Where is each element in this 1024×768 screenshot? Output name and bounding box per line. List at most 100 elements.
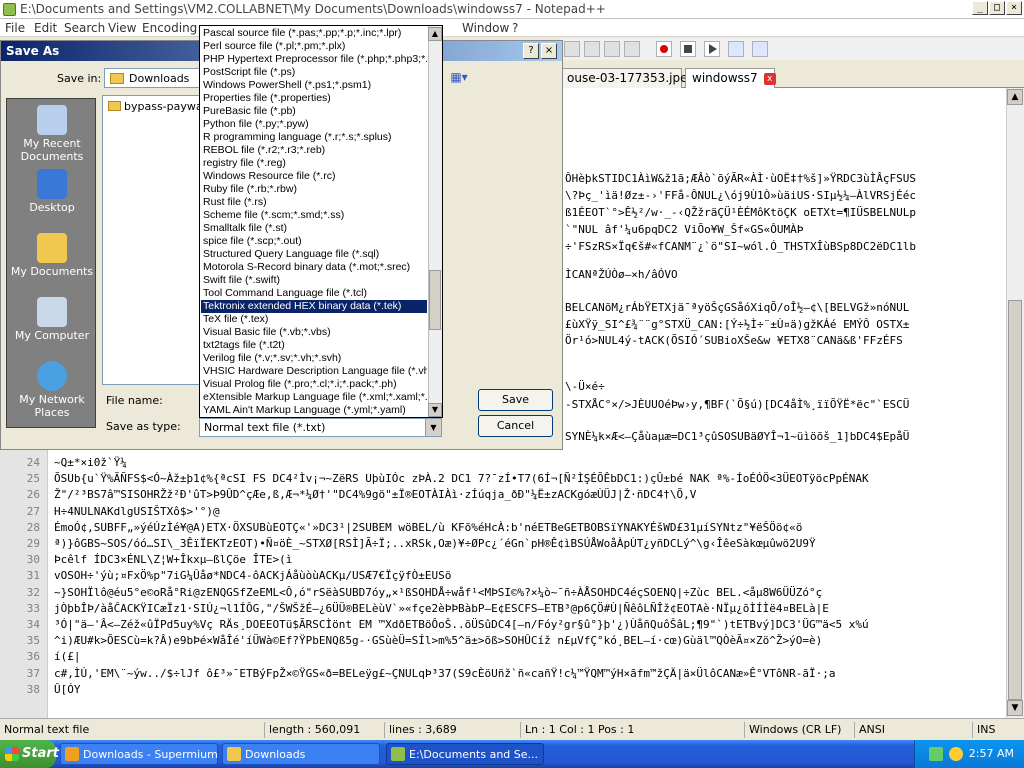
file-type-option[interactable]: eXtensible Markup Language file (*.xml;*… (201, 391, 427, 404)
code-line[interactable]: -STXÅC°×/>JÈUUOéÞw›y,¶BF(`Õ§ú)[DC4åÌ%¸ïï… (565, 398, 1005, 413)
toolbar-icon[interactable] (584, 41, 600, 57)
place-my-computer[interactable]: My Computer (7, 297, 97, 342)
code-line[interactable]: Þcêlf ÍDC3×ÉNL\Z¦W+Îkxµ—ßlÇöe ÎTE>(ì (54, 553, 1004, 568)
code-line[interactable]: `"NUL âf'¼u6pqDC2 ViÕo¥W_Šf«GS«ÔUMÀÞ (565, 223, 1005, 238)
file-type-option[interactable]: REBOL file (*.r2;*.r3;*.reb) (201, 144, 427, 157)
toolbar-icon[interactable] (624, 41, 640, 57)
file-type-option[interactable]: Visual Basic file (*.vb;*.vbs) (201, 326, 427, 339)
dialog-help-button[interactable]: ? (523, 43, 539, 59)
file-type-option[interactable]: PHP Hypertext Preprocessor file (*.php;*… (201, 53, 427, 66)
code-line[interactable]: SYNÈ¼k×Æ<—Çåùaµæ=DC1³çûSOSUBäØYÎ¬1~üìöõš… (565, 430, 1005, 445)
close-tab-icon[interactable]: x (763, 72, 776, 85)
code-line[interactable]: Û[ÓY (54, 683, 1004, 698)
file-type-option[interactable]: PureBasic file (*.pb) (201, 105, 427, 118)
code-line[interactable]: ÔHèþkSTIDC1ÀìW&ž1ã;ÆÂò`õýÃR«ÀÌ·ùOË‡†%š]»… (565, 172, 1005, 187)
code-line[interactable]: ÌCANªŽÚÒø—×h/âÓVO (565, 268, 1005, 283)
file-type-option[interactable]: Ruby file (*.rb;*.rbw) (201, 183, 427, 196)
run-macro-multiple-icon[interactable] (728, 41, 744, 57)
code-line[interactable]: H÷4NULNAKdlgUSIŠTXô$>'°)@ (54, 505, 1004, 520)
file-type-option[interactable]: Pascal source file (*.pas;*.pp;*.p;*.inc… (201, 27, 427, 40)
dropdown-scroll-down-arrow[interactable]: ▼ (428, 403, 442, 417)
record-macro-icon[interactable] (656, 41, 672, 57)
file-list[interactable] (102, 95, 200, 385)
save-macro-icon[interactable] (752, 41, 768, 57)
task-notepadpp[interactable]: E:\Documents and Se... (386, 743, 544, 765)
file-type-option[interactable]: VHSIC Hardware Description Language file… (201, 365, 427, 378)
file-type-option[interactable]: spice file (*.scp;*.out) (201, 235, 427, 248)
task-supermium[interactable]: Downloads - Supermium (60, 743, 218, 765)
place-my-documents[interactable]: My Documents (7, 233, 97, 278)
save-in-combo[interactable]: Downloads (104, 68, 200, 88)
code-line[interactable]: c#,ÌÚ,'EM\¨~ýw../$÷lJf ô£³»¯ETBýFpŽ×©ŸGS… (54, 667, 1004, 682)
save-button[interactable]: Save (478, 389, 553, 411)
code-line[interactable]: ÉmoÓ¢,SUBFF„»ýéÚzÌé¥@A)ETX·ÖXSUBùEOTÇ«'»… (54, 521, 1004, 536)
tab-windowss7[interactable]: windowss7 x (685, 68, 776, 88)
dropdown-scroll-thumb[interactable] (429, 270, 441, 330)
file-type-option[interactable]: Properties file (*.properties) (201, 92, 427, 105)
file-type-option[interactable]: Scheme file (*.scm;*.smd;*.ss) (201, 209, 427, 222)
file-type-option[interactable]: PostScript file (*.ps) (201, 66, 427, 79)
menu-search[interactable]: Search (64, 21, 105, 35)
view-menu-icon[interactable]: ▦▾ (447, 70, 471, 88)
file-type-option[interactable]: Tool Command Language file (*.tcl) (201, 287, 427, 300)
code-line[interactable]: BELCANõM¿rÁbŸETXjä¯ªyöŠçGSåóXiqÕ/oÎ½–¢\[… (565, 301, 1005, 316)
file-type-option[interactable]: R programming language (*.r;*.s;*.splus) (201, 131, 427, 144)
place-desktop[interactable]: Desktop (7, 169, 97, 214)
code-line[interactable]: ÕSUb{u`Ÿ%ÃÑFS$<Ó~Àž±þ1¢%{ªcSI FS DC4²Ìv¡… (54, 472, 1004, 487)
task-downloads-folder[interactable]: Downloads (222, 743, 380, 765)
file-type-option[interactable]: Smalltalk file (*.st) (201, 222, 427, 235)
dialog-close-button[interactable]: × (541, 43, 557, 59)
code-line[interactable]: \?Þç_'ìä!Øz±-›'FFå-ÔNUL¿\ój9Ù1Ò»ùäiUS·SI… (565, 189, 1005, 204)
scroll-up-arrow[interactable]: ▲ (1007, 89, 1023, 105)
file-type-option[interactable]: Perl source file (*.pl;*.pm;*.plx) (201, 40, 427, 53)
toolbar-icon[interactable] (564, 41, 580, 57)
code-line[interactable]: ª)}ôGBS~SOS/óó…SI\_3ÊïÏEKTzEOT)•Ñ¤öÈ_~ST… (54, 537, 1004, 552)
place-recent[interactable]: My Recent Documents (7, 105, 97, 163)
code-line[interactable]: £ùXŸÿ_SI^£¾¨¨g°STXÜ_CAN:[Ý÷½Ì÷¨±Ù¤ä)gžKÁ… (565, 318, 1005, 333)
code-line[interactable]: ~Q±*×i0ž`Ÿ¼ (54, 456, 1004, 471)
place-network[interactable]: My Network Places (7, 361, 97, 419)
file-type-option[interactable]: Windows Resource file (*.rc) (201, 170, 427, 183)
menu-view[interactable]: View (108, 21, 136, 35)
maximize-button[interactable]: □ (989, 1, 1005, 15)
network-icon[interactable] (929, 747, 943, 761)
scroll-thumb[interactable] (1008, 300, 1022, 700)
menu-help[interactable]: ? (512, 21, 518, 35)
file-type-option[interactable]: Rust file (*.rs) (201, 196, 427, 209)
code-line[interactable]: ÷'FSzRS×Ïq€š#«fCANM¨¿`ö"SI~wól.Ó_THSTXÎù… (565, 240, 1005, 255)
save-as-type-combo[interactable]: Normal text file (*.txt) ▼ (199, 418, 442, 437)
file-type-option[interactable]: Motorola S-Record binary data (*.mot;*.s… (201, 261, 427, 274)
play-macro-icon[interactable] (704, 41, 720, 57)
start-button[interactable]: Start (0, 740, 59, 768)
chevron-down-icon[interactable]: ▼ (425, 419, 441, 436)
file-type-option[interactable]: Windows PowerShell (*.ps1;*.psm1) (201, 79, 427, 92)
close-window-button[interactable]: × (1006, 1, 1022, 15)
file-type-option[interactable]: YAML Ain't Markup Language (*.yml;*.yaml… (201, 404, 427, 417)
file-type-option[interactable]: Visual Prolog file (*.pro;*.cl;*.i;*.pac… (201, 378, 427, 391)
scroll-down-arrow[interactable]: ▼ (1007, 700, 1023, 716)
menu-encoding[interactable]: Encoding (142, 21, 197, 35)
file-type-option[interactable]: Structured Query Language file (*.sql) (201, 248, 427, 261)
menu-window[interactable]: Window (462, 21, 509, 35)
menu-file[interactable]: File (5, 21, 25, 35)
code-line[interactable]: ³Ó|"ä–'Â<—Zéž«ûÏPd5uy%Vç RÄs¸DOEEOTü$ÃRS… (54, 618, 1004, 633)
file-type-option[interactable]: Tektronix extended HEX binary data (*.te… (201, 300, 427, 313)
code-line[interactable]: \-Ü×é÷ (565, 380, 1005, 395)
stop-macro-icon[interactable] (680, 41, 696, 57)
code-line[interactable]: ^i)ÆU#k>ÕESCù=k?Â)e9bÞé×WåÎé'íÜWà©Ef?ŸPb… (54, 634, 1004, 649)
dropdown-scrollbar[interactable] (428, 26, 442, 417)
file-type-option[interactable]: txt2tags file (*.t2t) (201, 339, 427, 352)
code-line[interactable]: í(£| (54, 650, 1004, 665)
search-icon[interactable] (949, 747, 963, 761)
code-line[interactable]: Ž"/²³BS7â™SISOHRŽž²Ð'ûT>Þ9ÛD^çÆe,ß,Æ¬*¼Ø… (54, 488, 1004, 503)
code-line[interactable]: ß1ÉEOT`°>Ê½²/w·_-‹QŽžräÇÜ¹ÈÉMôKtöÇK oETX… (565, 206, 1005, 221)
code-line[interactable]: Ör¹ó>NUL4ý-tACK(ÕSIÓ´SUBioXŠe&w ¥ETX8¨CA… (565, 334, 1005, 349)
file-type-option[interactable]: registry file (*.reg) (201, 157, 427, 170)
file-type-option[interactable]: Python file (*.py;*.pyw) (201, 118, 427, 131)
toolbar-icon[interactable] (604, 41, 620, 57)
file-type-option[interactable]: Verilog file (*.v;*.sv;*.vh;*.svh) (201, 352, 427, 365)
code-line[interactable]: jÒþbÎÞ/àåĈACKŸICæÏz1·SIÚ¿¬l1ÍÔG,"/ŠWŠžÉ–… (54, 602, 1004, 617)
minimize-button[interactable]: _ (972, 1, 988, 15)
tab-jpeg[interactable]: ouse-03-177353.jpegx (560, 68, 714, 88)
menu-edit[interactable]: Edit (34, 21, 57, 35)
